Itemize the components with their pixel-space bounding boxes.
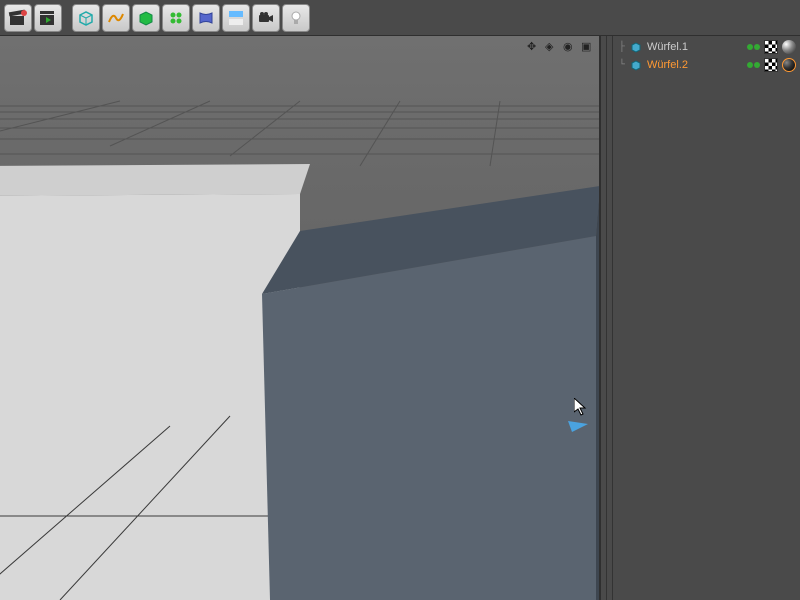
- clapper-open-button[interactable]: [4, 4, 32, 32]
- light-prim-button[interactable]: [282, 4, 310, 32]
- viewport-controls: ✥ ◈ ◉ ▣: [527, 40, 595, 54]
- rotate-icon[interactable]: ◉: [563, 40, 577, 54]
- nurbs-prim-button[interactable]: [132, 4, 160, 32]
- material-tag-icon[interactable]: [782, 58, 796, 72]
- main-toolbar: [0, 0, 800, 36]
- cube-icon: [629, 58, 643, 72]
- viewport-3d[interactable]: ✥ ◈ ◉ ▣: [0, 36, 600, 600]
- visibility-dots[interactable]: [747, 62, 760, 68]
- visibility-dots[interactable]: [747, 44, 760, 50]
- clapper-play-button[interactable]: [34, 4, 62, 32]
- tree-row-wuerfel2[interactable]: └ Würfel.2: [615, 56, 800, 74]
- tree-row-wuerfel1[interactable]: ├ Würfel.1: [615, 38, 800, 56]
- array-prim-button[interactable]: [162, 4, 190, 32]
- floor-prim-button[interactable]: [222, 4, 250, 32]
- object-manager-panel: ⋮⋮ ⋮⋮ Datei Bearbeiten Ansicht C ├ Würfe…: [600, 0, 800, 600]
- zoom-icon[interactable]: ◈: [545, 40, 559, 54]
- maximize-icon[interactable]: ▣: [581, 40, 595, 54]
- object-label: Würfel.1: [647, 41, 688, 53]
- cube-prim-button[interactable]: [72, 4, 100, 32]
- move-icon[interactable]: ✥: [527, 40, 541, 54]
- material-tag-icon[interactable]: [782, 40, 796, 54]
- cube-icon: [629, 40, 643, 54]
- texture-tag-icon[interactable]: [764, 40, 778, 54]
- object-label: Würfel.2: [647, 59, 688, 71]
- deformer-button[interactable]: [192, 4, 220, 32]
- spline-prim-button[interactable]: [102, 4, 130, 32]
- texture-tag-icon[interactable]: [764, 58, 778, 72]
- camera-prim-button[interactable]: [252, 4, 280, 32]
